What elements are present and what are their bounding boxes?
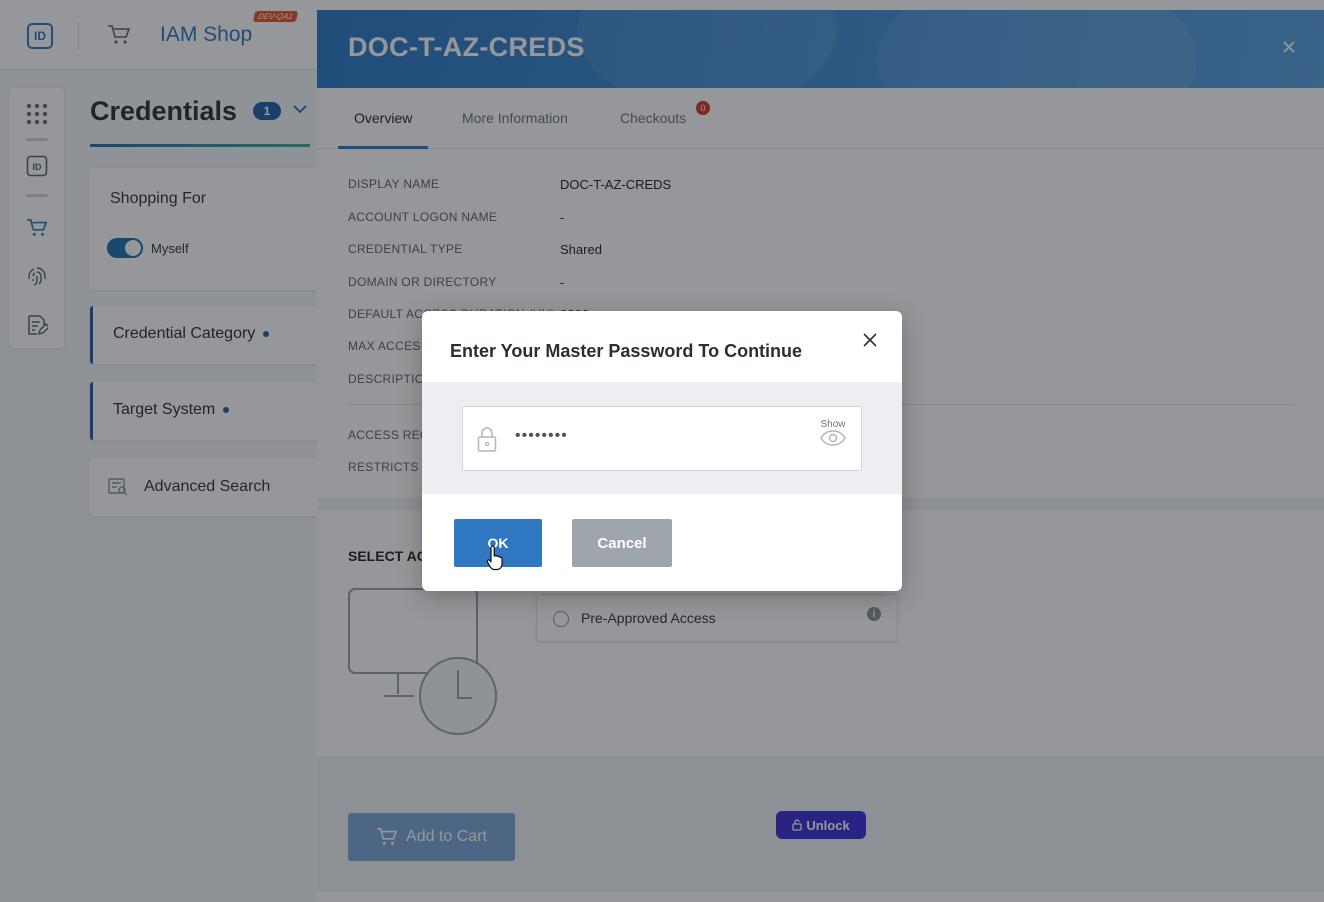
show-label: Show [820,419,846,430]
show-password-toggle[interactable]: Show [819,419,847,451]
eye-icon [820,430,846,446]
password-input[interactable] [515,427,805,445]
modal-title: Enter Your Master Password To Continue [450,341,803,361]
password-field[interactable]: Show [462,406,862,471]
modal-body: Show [422,382,902,494]
close-icon[interactable] [860,330,880,350]
cancel-button[interactable]: Cancel [572,519,672,567]
hand-cursor-icon [486,545,504,576]
lock-icon [477,427,497,458]
